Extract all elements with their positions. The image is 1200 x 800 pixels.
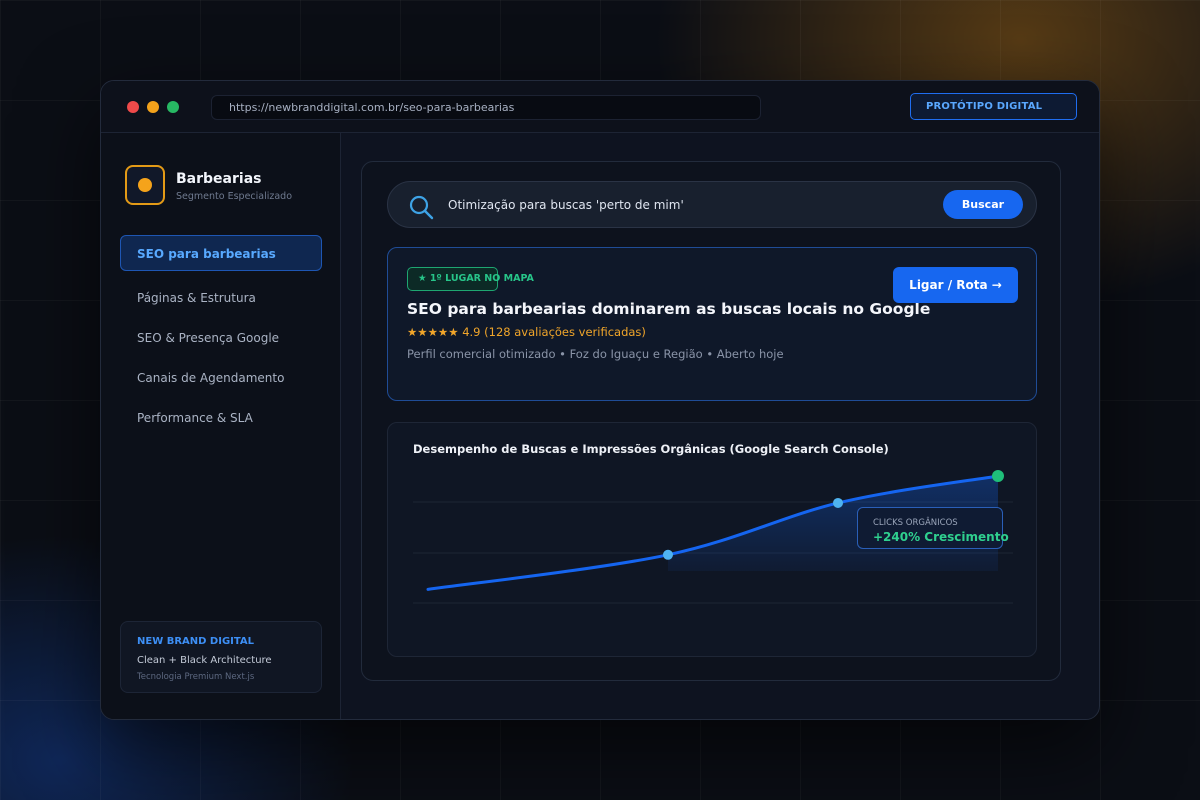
sidebar-item-paginas-estrutura[interactable]: Páginas & Estrutura [120,279,322,315]
brand-logo-icon [125,165,165,205]
browser-window: https://newbranddigital.com.br/seo-para-… [100,80,1100,720]
search-input[interactable]: Otimização para buscas 'perto de mim' [448,198,684,212]
result-rating: ★★★★★ 4.9 (128 avaliações verificadas) [407,325,646,339]
sidebar-item-seo-barbearias[interactable]: SEO para barbearias [120,235,322,271]
sidebar-card-title: NEW BRAND DIGITAL [137,636,255,647]
sidebar-item-canais-agendamento[interactable]: Canais de Agendamento [120,359,322,395]
search-button[interactable]: Buscar [943,190,1023,219]
main-panel: Otimização para buscas 'perto de mim' Bu… [361,161,1061,681]
browser-titlebar: https://newbranddigital.com.br/seo-para-… [101,81,1099,133]
close-window-dot[interactable] [127,101,139,113]
prototype-badge: PROTÓTIPO DIGITAL [910,93,1077,120]
search-icon [409,195,434,220]
result-meta: Perfil comercial otimizado • Foz do Igua… [407,347,784,361]
sidebar: Barbearias Segmento Especializado SEO pa… [101,133,341,719]
search-result-card[interactable]: ★ 1º LUGAR NO MAPA SEO para barbearias d… [387,247,1037,401]
callout-value: +240% Crescimento [873,530,1009,544]
chart-callout: CLICKS ORGÂNICOS +240% Crescimento [857,507,1009,549]
chart-point [833,497,843,508]
sidebar-card-line1: Clean + Black Architecture [137,655,272,666]
sidebar-brand-card: NEW BRAND DIGITAL Clean + Black Architec… [120,621,322,693]
call-route-button[interactable]: Ligar / Rota → [893,267,1018,303]
maximize-window-dot[interactable] [167,101,179,113]
map-rank-badge: ★ 1º LUGAR NO MAPA [407,267,534,291]
search-bar[interactable]: Otimização para buscas 'perto de mim' Bu… [387,181,1037,228]
brand-title: Barbearias [176,171,262,187]
sidebar-item-seo-presenca-google[interactable]: SEO & Presença Google [120,319,322,355]
sidebar-card-line2: Tecnologia Premium Next.js [137,672,255,682]
performance-chart-card: Desempenho de Buscas e Impressões Orgâni… [387,422,1037,657]
brand-subtitle: Segmento Especializado [176,191,293,202]
callout-label: CLICKS ORGÂNICOS [873,518,958,528]
minimize-window-dot[interactable] [147,101,159,113]
sidebar-item-performance-sla[interactable]: Performance & SLA [120,399,322,435]
chart-endpoint [992,469,1004,482]
chart-point [663,549,673,560]
result-title[interactable]: SEO para barbearias dominarem as buscas … [407,300,930,318]
address-bar[interactable]: https://newbranddigital.com.br/seo-para-… [211,95,761,120]
